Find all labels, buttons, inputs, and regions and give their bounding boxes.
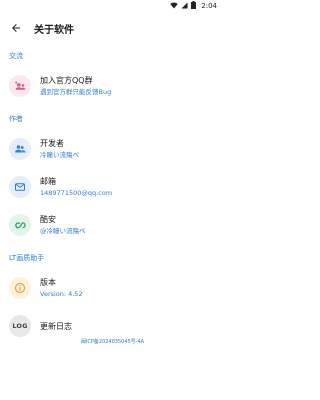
- changelog-title: 更新日志: [40, 321, 72, 331]
- wifi-icon: [170, 2, 179, 11]
- qq-group-title: 加入官方QQ群: [40, 76, 93, 85]
- developer-item[interactable]: 开发者 冷瞳い流殤ぺ: [0, 130, 225, 168]
- back-button[interactable]: [8, 20, 24, 36]
- coolapk-item[interactable]: 酷安 @冷瞳い流殤ぺ: [0, 206, 225, 244]
- version-title: 版本: [40, 278, 56, 287]
- info-icon: [9, 277, 31, 299]
- version-item[interactable]: 版本 Version: 4.52: [0, 269, 225, 307]
- section-label-exchange: 交流: [9, 52, 23, 60]
- log-icon: LOG: [9, 315, 31, 337]
- coolapk-subtitle: @冷瞳い流殤ぺ: [40, 227, 86, 235]
- signal-icon: [181, 2, 188, 11]
- status-icons: [170, 1, 197, 11]
- status-time: 2:04: [201, 2, 217, 10]
- email-subtitle: 1489771500@qq.com: [40, 189, 113, 197]
- icp-footer[interactable]: 闽ICP备2024035045号-4A: [0, 338, 225, 345]
- developer-subtitle: 冷瞳い流殤ぺ: [40, 151, 79, 159]
- developer-title: 开发者: [40, 139, 64, 148]
- version-subtitle: Version: 4.52: [40, 290, 83, 298]
- coolapk-icon: [9, 214, 31, 236]
- email-item[interactable]: 邮箱 1489771500@qq.com: [0, 168, 225, 206]
- email-title: 邮箱: [40, 177, 56, 186]
- log-icon-text: LOG: [12, 322, 28, 330]
- coolapk-title: 酷安: [40, 215, 56, 224]
- page-title: 关于软件: [34, 24, 74, 36]
- status-bar: 2:04: [0, 0, 225, 12]
- join-qq-group-item[interactable]: 加入官方QQ群 遇到官方群只能反馈Bug: [0, 67, 225, 105]
- arrow-left-icon: [10, 19, 22, 38]
- battery-icon: [191, 1, 197, 11]
- app-bar: 关于软件: [0, 12, 225, 44]
- section-label-author: 作者: [9, 115, 23, 123]
- add-group-icon: [9, 75, 31, 97]
- section-label-app: LT画质助手: [9, 254, 45, 262]
- qq-group-subtitle: 遇到官方群只能反馈Bug: [40, 88, 112, 96]
- people-icon: [9, 138, 31, 160]
- mail-icon: [9, 176, 31, 198]
